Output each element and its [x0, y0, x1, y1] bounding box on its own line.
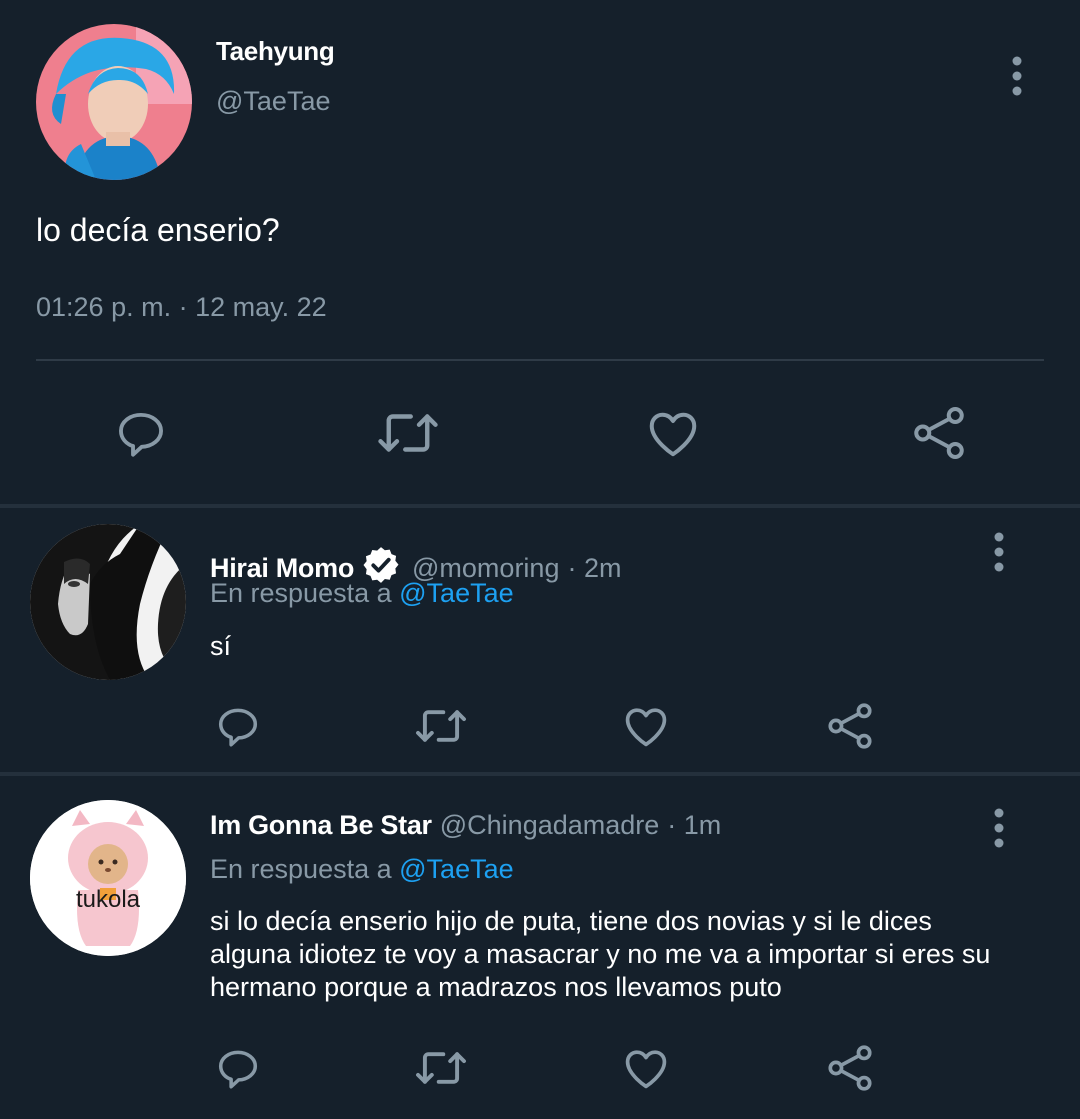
reply-text: si lo decía enserio hijo de puta, tiene …: [210, 906, 991, 1002]
more-options-icon[interactable]: [986, 532, 1012, 572]
reply-author-name[interactable]: Im Gonna Be Star: [210, 810, 432, 841]
retweet-icon[interactable]: [374, 404, 442, 462]
more-options-icon[interactable]: [1004, 56, 1030, 96]
reply-author-handle[interactable]: @Chingadamadre: [440, 810, 660, 841]
avatar-caption: tukola: [75, 886, 141, 913]
avatar-im-gonna-be-star[interactable]: tukola: [30, 800, 186, 956]
section-divider: [0, 504, 1080, 508]
replying-to: En respuesta a @TaeTae: [210, 578, 514, 609]
avatar-hirai-momo[interactable]: [30, 524, 186, 680]
more-options-icon[interactable]: [986, 808, 1012, 848]
retweet-icon[interactable]: [412, 1044, 470, 1092]
reply-time[interactable]: · 1m: [667, 810, 721, 841]
tweet-text: lo decía enserio?: [36, 212, 280, 248]
avatar-taehyung[interactable]: [36, 24, 192, 180]
reply-icon[interactable]: [110, 402, 172, 464]
reply-text: sí: [210, 631, 232, 661]
reply-icon[interactable]: [212, 700, 264, 752]
like-icon[interactable]: [620, 1042, 672, 1094]
section-divider: [0, 772, 1080, 776]
replying-prefix: En respuesta a: [210, 854, 392, 884]
author-display-name[interactable]: Taehyung: [216, 36, 335, 67]
reply-header: Im Gonna Be Star @Chingadamadre · 1m: [210, 810, 721, 841]
reply-time[interactable]: · 2m: [567, 553, 621, 584]
share-icon[interactable]: [908, 402, 970, 464]
like-icon[interactable]: [642, 402, 704, 464]
reply-icon[interactable]: [212, 1042, 264, 1094]
tweet-timestamp[interactable]: 01:26 p. m. · 12 may. 22: [36, 292, 327, 323]
replying-prefix: En respuesta a: [210, 578, 392, 608]
share-icon[interactable]: [824, 700, 876, 752]
share-icon[interactable]: [824, 1042, 876, 1094]
retweet-icon[interactable]: [412, 702, 470, 750]
author-handle[interactable]: @TaeTae: [216, 86, 330, 117]
replying-to-link[interactable]: @TaeTae: [399, 578, 513, 608]
like-icon[interactable]: [620, 700, 672, 752]
replying-to: En respuesta a @TaeTae: [210, 854, 514, 885]
replying-to-link[interactable]: @TaeTae: [399, 854, 513, 884]
divider: [36, 359, 1044, 361]
